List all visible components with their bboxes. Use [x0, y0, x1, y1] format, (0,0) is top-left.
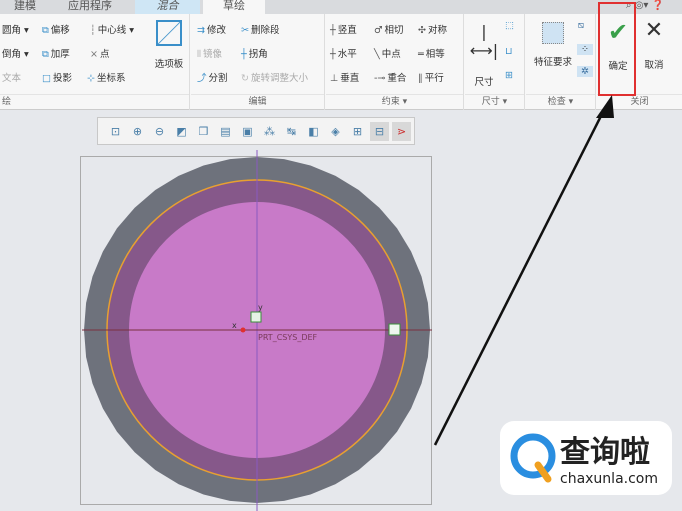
csys-marker	[250, 311, 262, 323]
csys-label: PRT_CSYS_DEF	[258, 333, 318, 342]
arrow-shaft	[433, 109, 606, 446]
origin-point	[240, 327, 246, 333]
logo-icon	[510, 433, 556, 483]
arrow-head	[596, 95, 614, 118]
watermark: 查询啦 chaxunla.com	[500, 421, 672, 495]
y-axis-label: y	[258, 303, 263, 312]
watermark-url: chaxunla.com	[560, 471, 658, 487]
watermark-name: 查询啦	[560, 435, 650, 470]
constraint-marker	[388, 323, 401, 336]
x-axis-label: x	[232, 321, 237, 330]
